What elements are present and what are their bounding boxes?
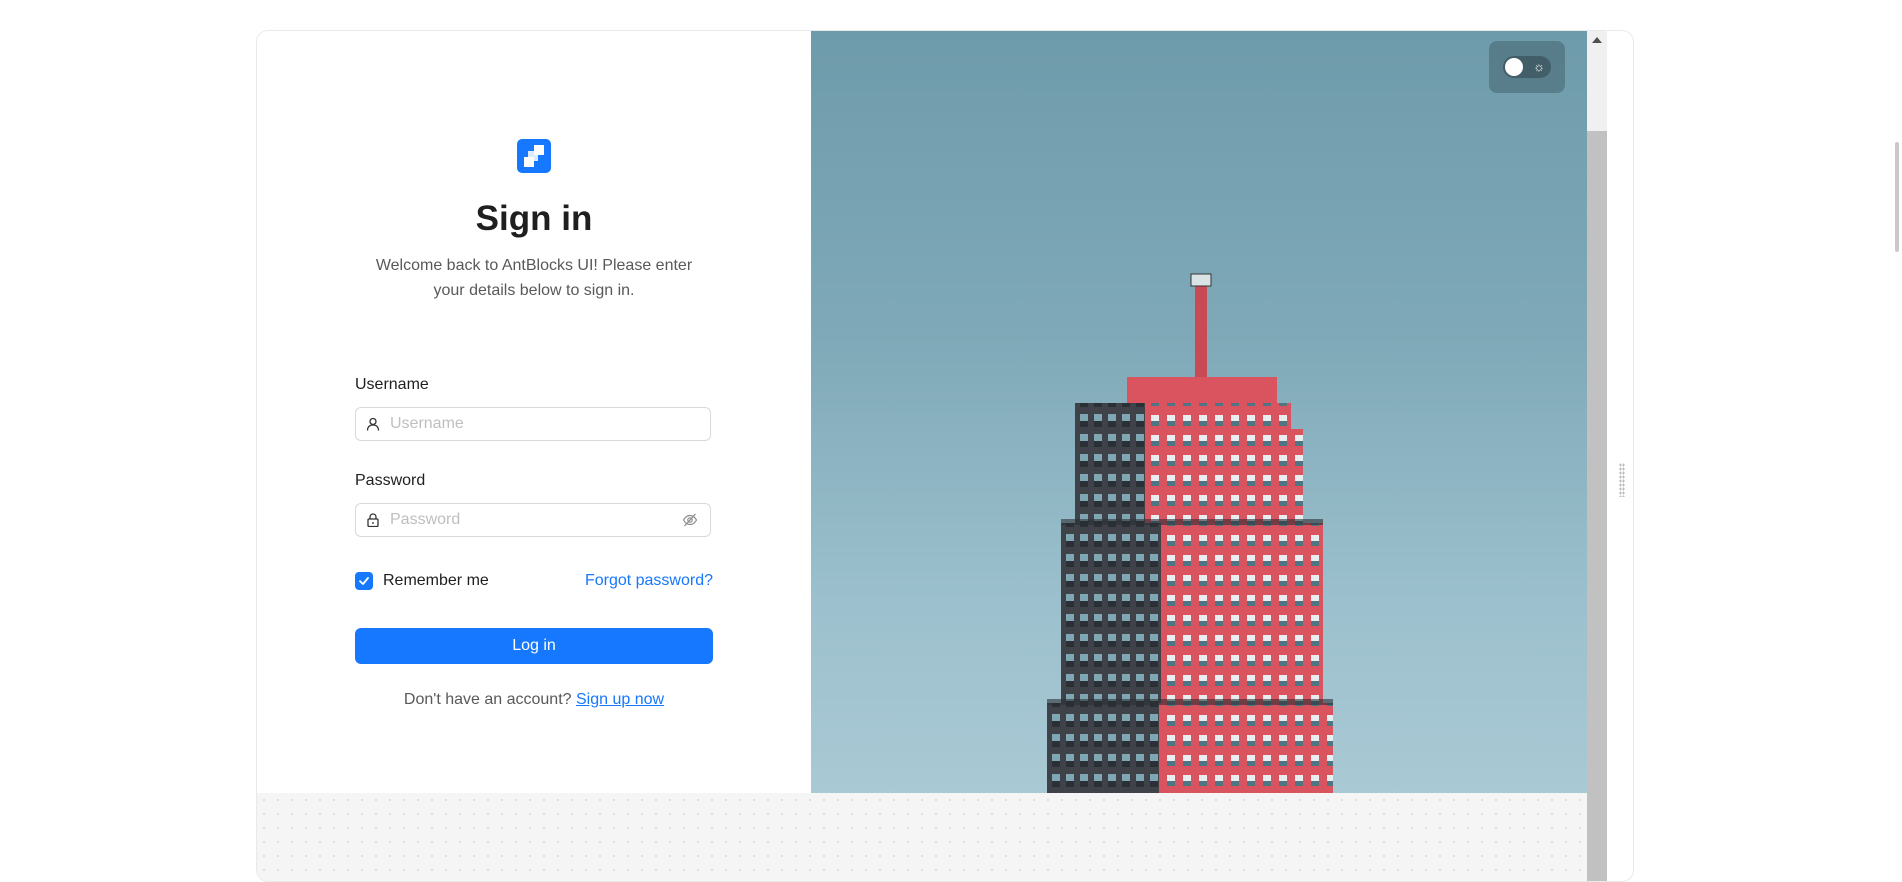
signup-prompt: Don't have an account? (403, 691, 572, 708)
building-red-face (1145, 429, 1303, 523)
password-label: Password (355, 472, 426, 489)
username-input[interactable] (390, 415, 700, 433)
remember-me-checkbox[interactable]: Remember me (355, 572, 489, 590)
theme-switch[interactable]: ☼ (1503, 56, 1551, 78)
theme-toggle[interactable]: ☼ (1489, 41, 1565, 93)
login-form: Sign in Welcome back to AntBlocks UI! Pl… (355, 139, 713, 708)
antenna (1195, 279, 1207, 377)
login-panel: Sign in Welcome back to AntBlocks UI! Pl… (257, 31, 811, 793)
page-title: Sign in (475, 199, 593, 238)
signup-link[interactable]: Sign up now (576, 691, 664, 708)
building-crown (1127, 377, 1277, 403)
building-illustration (1047, 273, 1333, 793)
antblocks-logo-icon (517, 139, 551, 173)
preview-frame: Sign in Welcome back to AntBlocks UI! Pl… (256, 30, 1634, 882)
signup-row: Don't have an account? Sign up now (355, 691, 713, 709)
remember-row: Remember me Forgot password? (355, 572, 713, 590)
password-input[interactable] (390, 511, 682, 529)
page-subtitle: Welcome back to AntBlocks UI! Please ent… (375, 257, 693, 299)
remember-me-label: Remember me (383, 572, 489, 589)
page-scroll-thumb[interactable] (1895, 142, 1899, 252)
password-field[interactable] (355, 503, 711, 537)
user-icon (366, 416, 382, 432)
scroll-thumb[interactable] (1587, 131, 1607, 881)
resize-handle[interactable] (1619, 463, 1625, 497)
switch-knob (1505, 58, 1523, 76)
page-scrollbar[interactable] (1888, 0, 1902, 861)
eye-invisible-icon[interactable] (682, 511, 700, 529)
lock-icon (366, 512, 382, 528)
forgot-password-link[interactable]: Forgot password? (585, 572, 713, 590)
login-button[interactable]: Log in (355, 628, 713, 664)
check-icon[interactable] (355, 572, 373, 590)
dotted-background (257, 793, 1587, 881)
chevron-up-icon[interactable] (1592, 37, 1602, 43)
preview-scrollbar[interactable] (1587, 31, 1607, 881)
sun-icon: ☼ (1533, 59, 1545, 74)
username-field[interactable] (355, 407, 711, 441)
building-dark-side (1075, 403, 1145, 523)
username-label: Username (355, 376, 429, 393)
hero-image: ☼ (811, 31, 1587, 793)
